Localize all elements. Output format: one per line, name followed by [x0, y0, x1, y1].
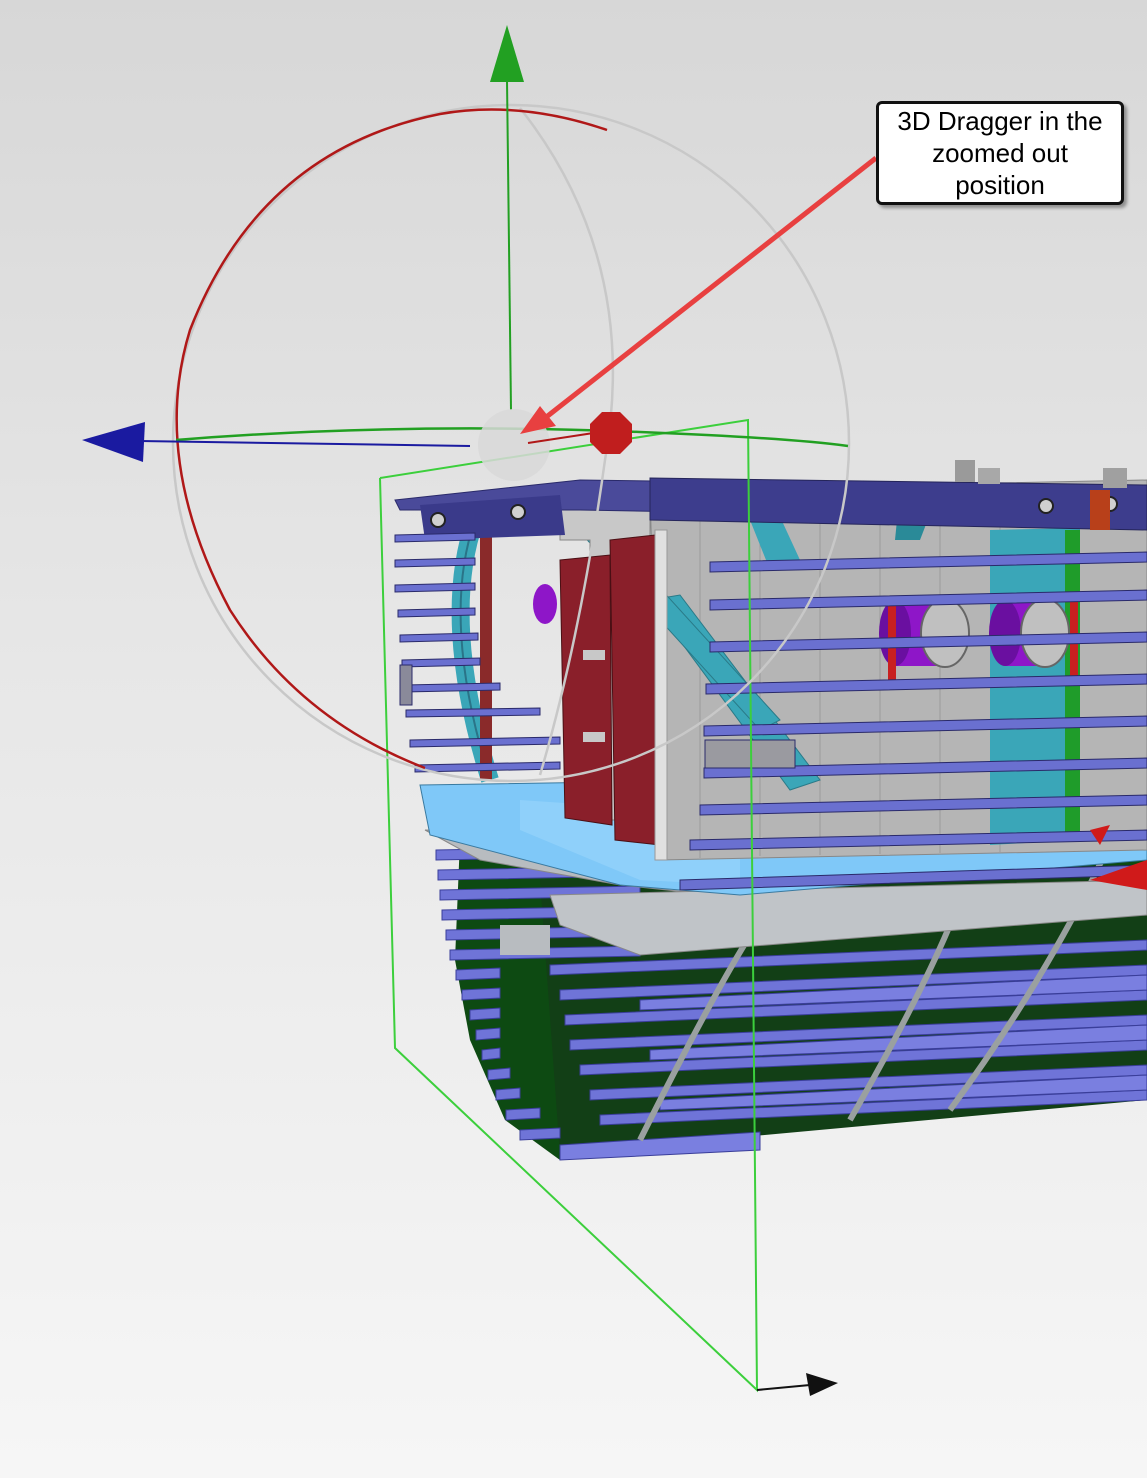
callout-box: 3D Dragger in the zoomed out position: [876, 101, 1124, 205]
red-octagon-handle-icon[interactable]: [590, 412, 632, 454]
3d-viewport[interactable]: [0, 0, 1147, 1478]
x-axis-line[interactable]: [139, 440, 471, 447]
z-axis-line[interactable]: [756, 1384, 811, 1391]
y-axis-arrow-icon[interactable]: [490, 25, 524, 82]
callout-arrow: [520, 156, 878, 434]
x-axis-arrow-icon[interactable]: [82, 422, 145, 462]
cad-model[interactable]: [394, 460, 1147, 1161]
z-axis-arrow-icon[interactable]: [806, 1373, 838, 1396]
y-axis-line[interactable]: [506, 79, 512, 411]
callout-text: 3D Dragger in the zoomed out position: [897, 106, 1103, 200]
